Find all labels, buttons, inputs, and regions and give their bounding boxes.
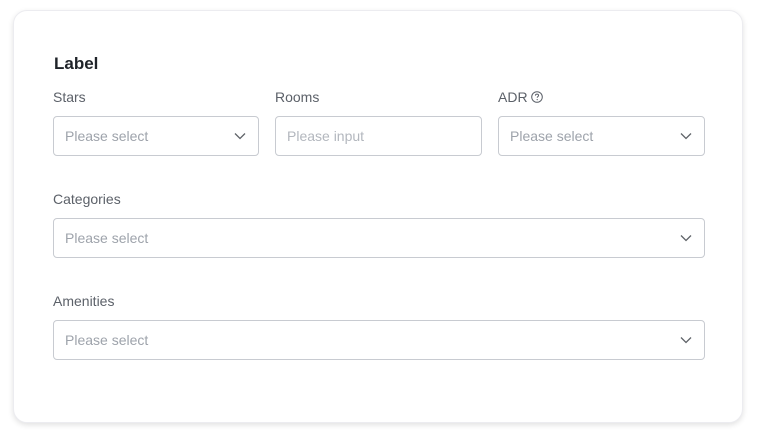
chevron-down-icon: [234, 132, 246, 140]
categories-label-text: Categories: [53, 191, 121, 207]
chevron-down-icon: [680, 132, 692, 140]
rooms-label-text: Rooms: [275, 89, 320, 105]
stars-label: Stars: [53, 89, 86, 105]
adr-label-text: ADR: [498, 89, 528, 105]
stars-select-placeholder: Please select: [65, 128, 149, 144]
question-circle-icon[interactable]: [530, 91, 543, 103]
adr-select-placeholder: Please select: [510, 128, 594, 144]
stars-select[interactable]: Please select: [53, 116, 259, 156]
stars-label-text: Stars: [53, 89, 86, 105]
form-card: Label Stars Please select Rooms ADR Plea…: [13, 10, 743, 423]
amenities-label: Amenities: [53, 293, 114, 309]
amenities-label-text: Amenities: [53, 293, 115, 309]
chevron-down-icon: [680, 234, 692, 242]
chevron-down-icon: [680, 336, 692, 344]
categories-select-placeholder: Please select: [65, 230, 149, 246]
categories-label: Categories: [53, 191, 121, 207]
rooms-input-wrapper[interactable]: [275, 116, 482, 156]
categories-select[interactable]: Please select: [53, 218, 705, 258]
adr-label: ADR: [498, 89, 543, 105]
rooms-input[interactable]: [287, 128, 470, 144]
rooms-label: Rooms: [275, 89, 319, 105]
amenities-select[interactable]: Please select: [53, 320, 705, 360]
amenities-select-placeholder: Please select: [65, 332, 149, 348]
adr-select[interactable]: Please select: [498, 116, 705, 156]
form-title: Label: [54, 54, 99, 73]
